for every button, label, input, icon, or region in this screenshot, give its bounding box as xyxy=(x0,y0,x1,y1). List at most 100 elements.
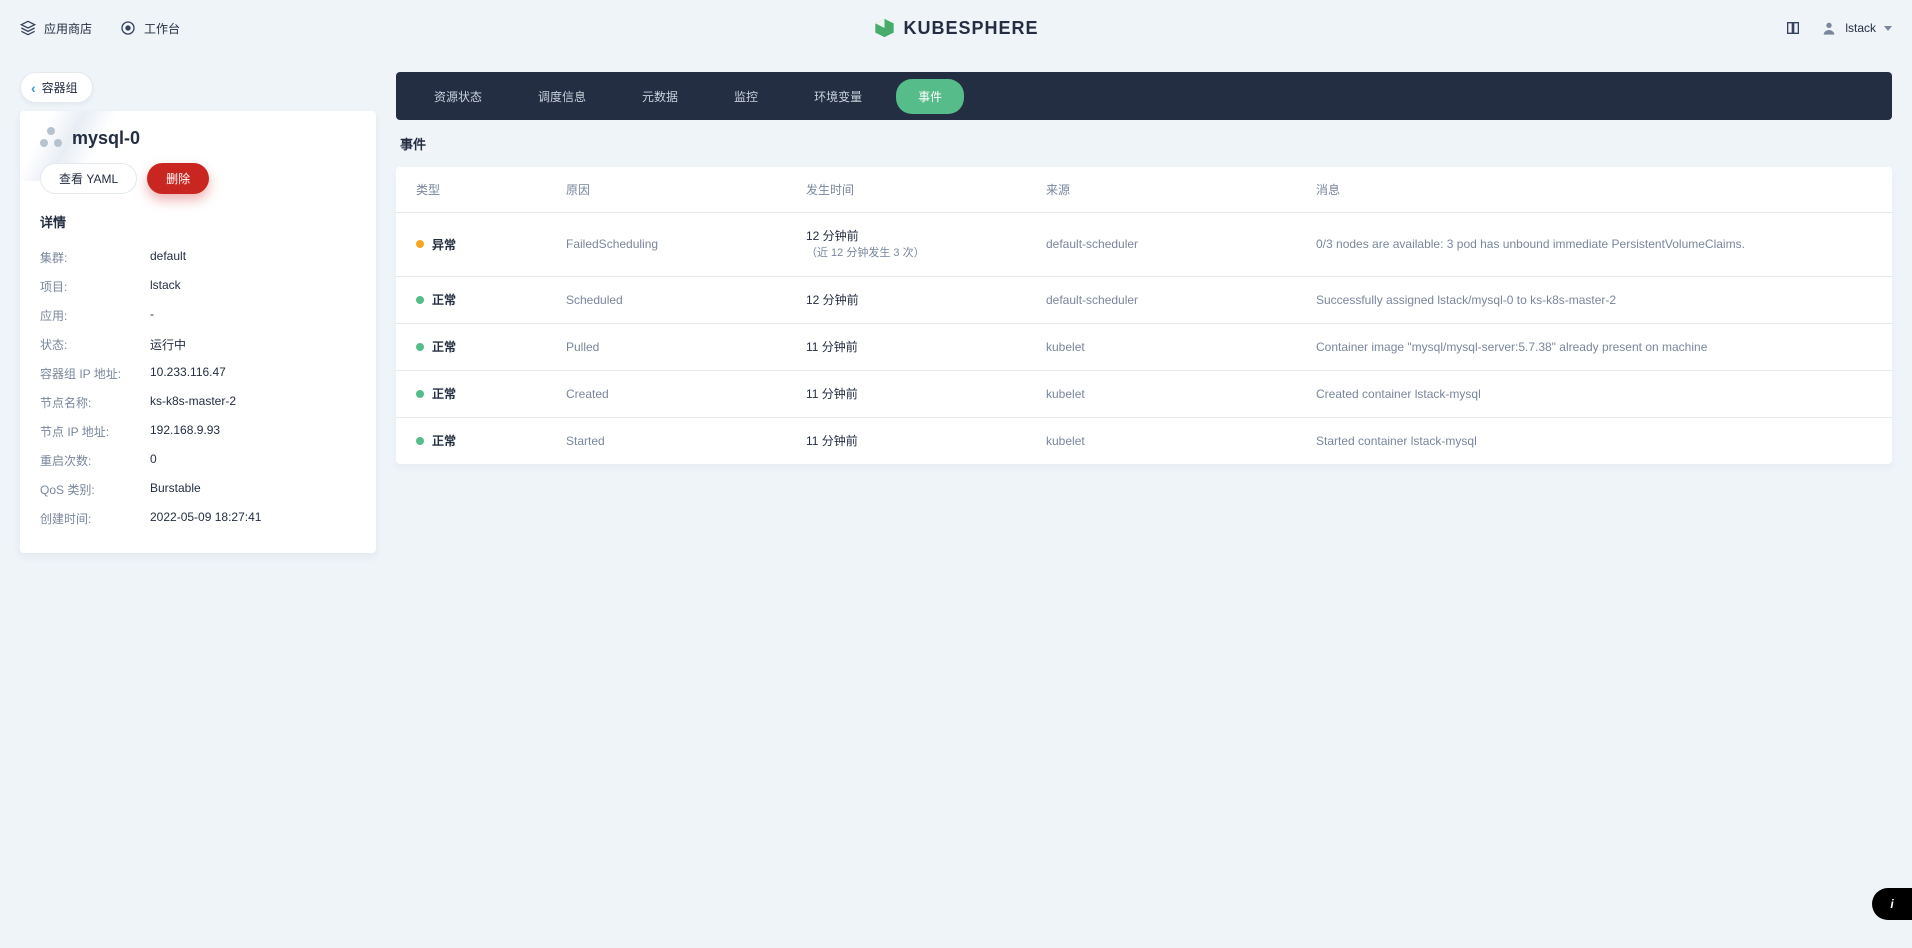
event-time-sub: （近 12 分钟发生 3 次） xyxy=(806,245,1046,262)
event-message: Created container lstack-mysql xyxy=(1316,387,1872,401)
detail-card: mysql-0 查看 YAML 删除 详情 集群:default项目:lstac… xyxy=(20,111,376,553)
event-type: 异常 xyxy=(416,236,566,253)
detail-row: 应用:- xyxy=(40,301,356,330)
event-type-label: 异常 xyxy=(432,236,456,253)
event-time: 11 分钟前 xyxy=(806,385,1046,403)
nav-workbench-label: 工作台 xyxy=(144,20,180,37)
events-row: 正常Scheduled12 分钟前default-schedulerSucces… xyxy=(396,276,1892,323)
detail-value: 运行中 xyxy=(150,336,186,353)
col-type: 类型 xyxy=(416,181,566,198)
event-type-label: 正常 xyxy=(432,432,456,449)
events-row: 正常Started11 分钟前kubeletStarted container … xyxy=(396,417,1892,464)
col-time: 发生时间 xyxy=(806,181,1046,198)
detail-key: 项目: xyxy=(40,278,150,295)
chevron-down-icon xyxy=(1884,26,1892,31)
brand-icon xyxy=(873,17,895,39)
chevron-left-icon: ‹ xyxy=(31,80,36,96)
docs-icon[interactable] xyxy=(1785,20,1801,36)
detail-row: 容器组 IP 地址:10.233.116.47 xyxy=(40,359,356,388)
detail-row: 节点名称:ks-k8s-master-2 xyxy=(40,388,356,417)
detail-key: 容器组 IP 地址: xyxy=(40,365,150,382)
event-source: default-scheduler xyxy=(1046,237,1316,251)
event-type: 正常 xyxy=(416,432,566,449)
detail-value: Burstable xyxy=(150,481,201,498)
status-dot-icon xyxy=(416,240,424,248)
tabs: 资源状态调度信息元数据监控环境变量事件 xyxy=(396,72,1892,120)
detail-row: 状态:运行中 xyxy=(40,330,356,359)
event-type: 正常 xyxy=(416,385,566,402)
delete-button[interactable]: 删除 xyxy=(147,163,209,194)
back-label: 容器组 xyxy=(42,79,78,96)
header-left: 应用商店 工作台 xyxy=(20,20,180,37)
event-reason: Started xyxy=(566,434,806,448)
events-table: 类型 原因 发生时间 来源 消息 异常FailedScheduling12 分钟… xyxy=(396,167,1892,464)
event-time-main: 12 分钟前 xyxy=(806,227,1046,245)
event-type-label: 正常 xyxy=(432,291,456,308)
events-header-row: 类型 原因 发生时间 来源 消息 xyxy=(396,167,1892,213)
event-reason: Pulled xyxy=(566,340,806,354)
event-type-label: 正常 xyxy=(432,338,456,355)
events-row: 正常Created11 分钟前kubeletCreated container … xyxy=(396,370,1892,417)
details-section-title: 详情 xyxy=(40,212,356,231)
detail-key: 创建时间: xyxy=(40,510,150,527)
detail-value: 0 xyxy=(150,452,157,469)
event-source: default-scheduler xyxy=(1046,293,1316,307)
events-row: 正常Pulled11 分钟前kubeletContainer image "my… xyxy=(396,323,1892,370)
events-row: 异常 FailedScheduling12 分钟前（近 12 分钟发生 3 次）d… xyxy=(396,213,1892,276)
help-fab[interactable]: i xyxy=(1872,888,1912,920)
col-message: 消息 xyxy=(1316,181,1872,198)
tab-monitor[interactable]: 监控 xyxy=(712,79,780,114)
status-dot-icon xyxy=(416,437,424,445)
brand-text: KUBESPHERE xyxy=(903,18,1038,39)
back-button[interactable]: ‹ 容器组 xyxy=(20,72,93,103)
tab-env[interactable]: 环境变量 xyxy=(792,79,884,114)
workbench-icon xyxy=(120,20,136,36)
pod-name: mysql-0 xyxy=(72,128,140,149)
detail-value: 2022-05-09 18:27:41 xyxy=(150,510,261,527)
detail-row: 重启次数:0 xyxy=(40,446,356,475)
detail-key: QoS 类别: xyxy=(40,481,150,498)
event-message: Started container lstack-mysql xyxy=(1316,434,1872,448)
event-time: 11 分钟前 xyxy=(806,432,1046,450)
event-time: 11 分钟前 xyxy=(806,338,1046,356)
detail-key: 应用: xyxy=(40,307,150,324)
detail-value: 192.168.9.93 xyxy=(150,423,220,440)
detail-key: 节点 IP 地址: xyxy=(40,423,150,440)
event-time-main: 11 分钟前 xyxy=(806,338,1046,356)
nav-appstore[interactable]: 应用商店 xyxy=(20,20,92,37)
main-panel: 资源状态调度信息元数据监控环境变量事件 事件 类型 原因 发生时间 来源 消息 … xyxy=(396,72,1892,464)
tab-resource[interactable]: 资源状态 xyxy=(412,79,504,114)
view-yaml-button[interactable]: 查看 YAML xyxy=(40,163,137,194)
event-time-main: 11 分钟前 xyxy=(806,385,1046,403)
event-time: 12 分钟前 xyxy=(806,291,1046,309)
detail-value: lstack xyxy=(150,278,181,295)
user-name: lstack xyxy=(1845,21,1876,35)
tab-events[interactable]: 事件 xyxy=(896,79,964,114)
brand: KUBESPHERE xyxy=(873,17,1038,39)
detail-value: 10.233.116.47 xyxy=(150,365,226,382)
event-message: 0/3 nodes are available: 3 pod has unbou… xyxy=(1316,237,1872,251)
user-menu[interactable]: lstack xyxy=(1821,20,1892,36)
status-dot-icon xyxy=(416,343,424,351)
event-source: kubelet xyxy=(1046,340,1316,354)
event-time: 12 分钟前（近 12 分钟发生 3 次） xyxy=(806,227,1046,262)
content: ‹ 容器组 mysql-0 查看 YAML 删除 详情 集群:default项目… xyxy=(0,56,1912,948)
events-panel-title: 事件 xyxy=(396,134,1892,153)
events-body: 异常FailedScheduling12 分钟前（近 12 分钟发生 3 次）d… xyxy=(396,213,1892,464)
tab-metadata[interactable]: 元数据 xyxy=(620,79,700,114)
detail-row: 节点 IP 地址:192.168.9.93 xyxy=(40,417,356,446)
col-source: 来源 xyxy=(1046,181,1316,198)
detail-value: ks-k8s-master-2 xyxy=(150,394,236,411)
event-source: kubelet xyxy=(1046,387,1316,401)
status-dot-icon xyxy=(416,296,424,304)
user-icon xyxy=(1821,20,1837,36)
detail-value: - xyxy=(150,307,154,324)
detail-sidebar: ‹ 容器组 mysql-0 查看 YAML 删除 详情 集群:default项目… xyxy=(20,72,376,553)
nav-appstore-label: 应用商店 xyxy=(44,20,92,37)
event-reason: FailedScheduling xyxy=(566,237,806,251)
detail-value: default xyxy=(150,249,186,266)
nav-workbench[interactable]: 工作台 xyxy=(120,20,180,37)
tab-schedule[interactable]: 调度信息 xyxy=(516,79,608,114)
action-buttons: 查看 YAML 删除 xyxy=(40,163,356,194)
detail-row: QoS 类别:Burstable xyxy=(40,475,356,504)
